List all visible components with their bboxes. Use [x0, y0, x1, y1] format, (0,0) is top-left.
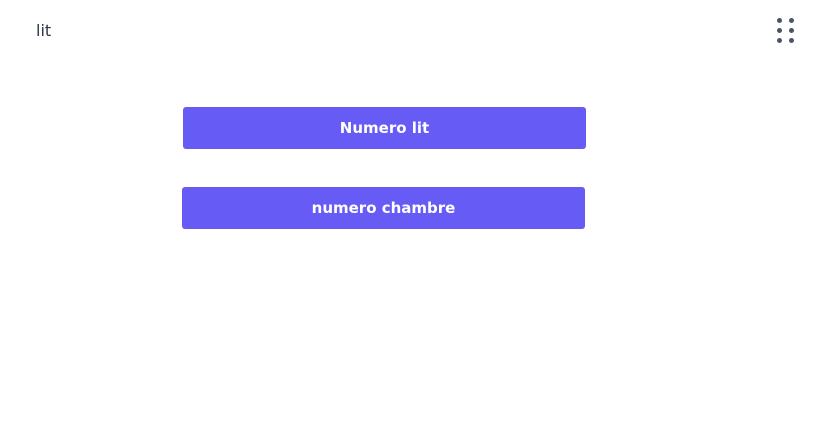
- menu-dot: [777, 38, 782, 43]
- menu-dot: [789, 28, 794, 33]
- menu-dot: [777, 18, 782, 23]
- menu-dot: [789, 38, 794, 43]
- numero-chambre-button[interactable]: numero chambre: [182, 187, 585, 229]
- page-title: lit: [36, 21, 52, 40]
- menu-dot: [789, 18, 794, 23]
- dots-grid-icon[interactable]: [772, 14, 800, 48]
- menu-dot: [777, 28, 782, 33]
- numero-lit-button[interactable]: Numero lit: [183, 107, 586, 149]
